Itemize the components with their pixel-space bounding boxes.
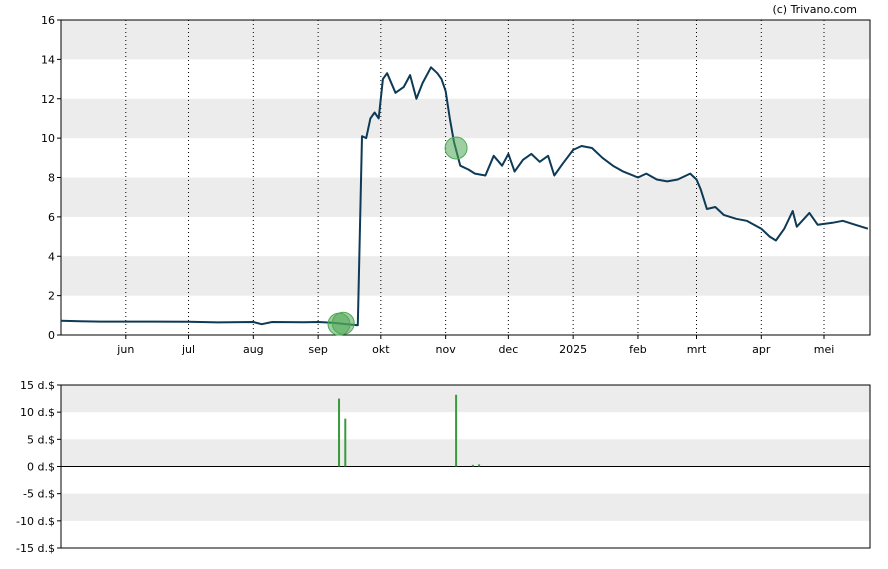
x-tick-label: feb [629, 343, 647, 356]
y-tick-label: 0 [48, 329, 55, 342]
y-tick-label: 0 d.$ [27, 461, 55, 474]
dividend-marker [331, 311, 355, 335]
y-tick-label: 14 [41, 53, 55, 66]
grid-band [61, 493, 870, 521]
x-tick-label: nov [436, 343, 457, 356]
y-tick-label: 16 [41, 14, 55, 27]
x-tick-label: sep [308, 343, 327, 356]
y-tick-label: 15 d.$ [20, 379, 55, 392]
dividend-bar [338, 398, 341, 467]
y-tick-label: 5 d.$ [27, 433, 55, 446]
dividend-bar [478, 464, 481, 467]
copyright-text: (c) Trivano.com [772, 3, 857, 16]
dividend-bar [471, 464, 474, 467]
y-tick-label: -5 d.$ [23, 488, 55, 501]
y-tick-label: 10 [41, 132, 55, 145]
x-tick-label: okt [372, 343, 390, 356]
grid-band [61, 256, 870, 296]
y-tick-label: 2 [48, 290, 55, 303]
x-tick-label: aug [243, 343, 264, 356]
dividend-marker [444, 136, 468, 160]
dividend-bar [344, 418, 347, 467]
x-tick-label: 2025 [559, 343, 587, 356]
grid-band [61, 177, 870, 217]
x-tick-label: jul [181, 343, 195, 356]
dividend-panel: 15 d.$ 10 d.$ 5 d.$ 0 d.$ -5 d.$ -10 d.$ -15 d… [16, 379, 871, 555]
x-tick-label: jun [116, 343, 134, 356]
stock-chart: jun jul aug sep okt nov dec 2025 feb mrt apr mei 0 2 4… [0, 0, 888, 565]
y-tick-label: -10 d.$ [16, 515, 55, 528]
price-panel: jun jul aug sep okt nov dec 2025 feb mrt apr mei 0 2 4… [41, 14, 871, 356]
x-tick-label: dec [498, 343, 518, 356]
grid-band [61, 385, 870, 413]
y-tick-label: 8 [48, 172, 55, 185]
grid-band [61, 20, 870, 60]
dividend-bar [455, 394, 458, 467]
x-tick-label: mei [814, 343, 835, 356]
y-tick-label: -15 d.$ [16, 542, 55, 555]
y-tick-label: 10 d.$ [20, 406, 55, 419]
x-tick-label: mrt [687, 343, 707, 356]
y-tick-label: 4 [48, 250, 55, 263]
chart-canvas: jun jul aug sep okt nov dec 2025 feb mrt apr mei 0 2 4… [16, 3, 871, 555]
y-tick-label: 6 [48, 211, 55, 224]
x-tick-label: apr [752, 343, 771, 356]
grid-band [61, 98, 870, 139]
grid-band [61, 439, 870, 467]
y-tick-label: 12 [41, 93, 55, 106]
